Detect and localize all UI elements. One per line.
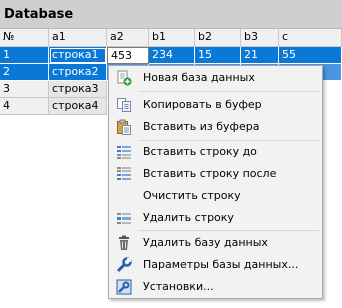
menu-item-insert-row-before[interactable]: Вставить строку до xyxy=(109,141,322,163)
menu-separator xyxy=(139,91,319,92)
menu-item-label: Удалить строку xyxy=(143,211,234,224)
data-cell[interactable]: 21 xyxy=(241,47,279,64)
menu-item-label: Удалить базу данных xyxy=(143,236,268,249)
panel-title: Database xyxy=(0,0,342,29)
column-header-b1[interactable]: b1 xyxy=(149,29,195,47)
name-cell[interactable]: строка4 xyxy=(49,98,107,115)
context-menu: Новая база данных Копировать в буфер Вст… xyxy=(108,65,323,299)
menu-item-label: Вставить из буфера xyxy=(143,120,260,133)
row-number-cell[interactable]: 1 xyxy=(0,47,49,64)
column-header-num[interactable]: № xyxy=(0,29,49,47)
menu-item-label: Параметры базы данных... xyxy=(143,258,299,271)
data-cell[interactable]: 234 xyxy=(149,47,195,64)
menu-item-paste[interactable]: Вставить из буфера xyxy=(109,116,322,138)
column-header-a1[interactable]: a1 xyxy=(49,29,107,47)
menu-item-label: Копировать в буфер xyxy=(143,98,262,111)
menu-item-label: Установки... xyxy=(143,280,214,293)
menu-item-database-settings[interactable]: Параметры базы данных... xyxy=(109,254,322,276)
insert-row-after-icon xyxy=(116,166,132,182)
database-settings-icon xyxy=(116,257,132,273)
menu-item-label: Очистить строку xyxy=(143,189,241,202)
column-header-b2[interactable]: b2 xyxy=(195,29,241,47)
menu-item-new-database[interactable]: Новая база данных xyxy=(109,67,322,89)
new-database-icon xyxy=(116,70,132,86)
menu-item-insert-row-after[interactable]: Вставить строку после xyxy=(109,163,322,185)
delete-row-icon xyxy=(116,210,132,226)
editing-cell[interactable]: 453 xyxy=(107,47,149,64)
menu-item-delete-row[interactable]: Удалить строку xyxy=(109,207,322,229)
copy-icon xyxy=(116,97,132,113)
insert-row-before-icon xyxy=(116,144,132,160)
name-cell[interactable]: строка3 xyxy=(49,81,107,98)
menu-item-label: Вставить строку до xyxy=(143,145,257,158)
menu-item-label: Новая база данных xyxy=(143,71,255,84)
column-header-b3[interactable]: b3 xyxy=(241,29,279,47)
column-header-c[interactable]: c xyxy=(279,29,342,47)
menu-item-clear-row[interactable]: Очистить строку xyxy=(109,185,322,207)
data-cell[interactable]: 15 xyxy=(195,47,241,64)
row-number-cell[interactable]: 4 xyxy=(0,98,49,115)
paste-icon xyxy=(116,119,132,135)
name-cell[interactable]: строка2 xyxy=(49,64,107,81)
settings-icon xyxy=(116,279,132,295)
row-number-cell[interactable]: 2 xyxy=(0,64,49,81)
name-cell[interactable]: строка1 xyxy=(49,47,107,64)
menu-item-copy[interactable]: Копировать в буфер xyxy=(109,94,322,116)
menu-separator xyxy=(139,230,319,231)
row-number-cell[interactable]: 3 xyxy=(0,81,49,98)
menu-item-settings[interactable]: Установки... xyxy=(109,276,322,298)
data-cell[interactable]: 55 xyxy=(279,47,342,64)
column-header-a2[interactable]: a2 xyxy=(107,29,149,47)
panel-title-text: Database xyxy=(4,7,74,22)
trash-icon xyxy=(116,235,132,251)
menu-item-label: Вставить строку после xyxy=(143,167,277,180)
menu-item-delete-database[interactable]: Удалить базу данных xyxy=(109,232,322,254)
